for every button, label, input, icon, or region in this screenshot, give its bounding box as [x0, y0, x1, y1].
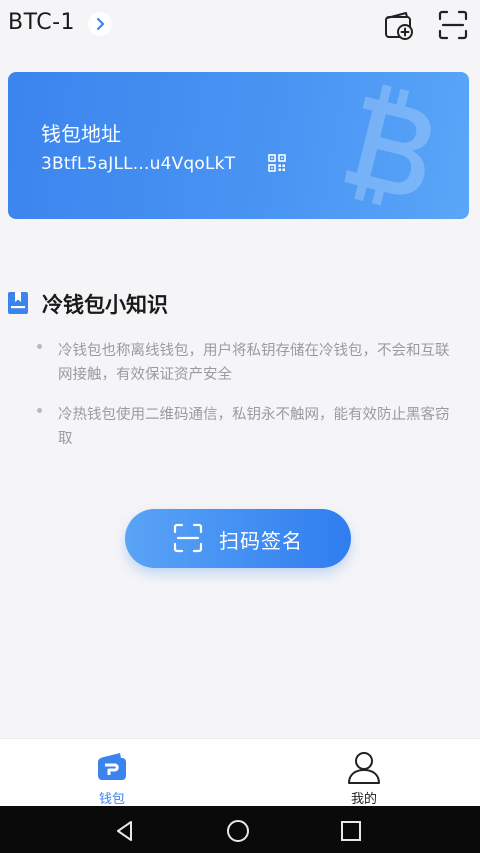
- bitcoin-watermark-icon: [344, 84, 431, 206]
- tip-bullet: [37, 408, 42, 413]
- tip-bullet: [37, 344, 42, 349]
- scan-sign-label: 扫码签名: [219, 529, 303, 553]
- wallet-name[interactable]: BTC-1: [8, 10, 75, 35]
- user-icon: [348, 752, 380, 784]
- chevron-right-icon: [96, 17, 105, 31]
- scan-icon[interactable]: [436, 8, 470, 42]
- top-header: BTC-1: [0, 0, 480, 52]
- scan-frame-icon: [173, 523, 203, 553]
- wallet-address-value[interactable]: 3BtfL5aJLL...u4VqoLkT: [41, 154, 235, 174]
- tab-mine-label: 我的: [350, 792, 377, 807]
- knowledge-tip: 冷钱包也称离线钱包，用户将私钥存储在冷钱包，不会和互联网接触，有效保证资产安全: [58, 343, 450, 383]
- wallet-address-title: 钱包地址: [41, 122, 121, 146]
- scan-sign-button[interactable]: 扫码签名: [125, 509, 351, 568]
- bottom-tab-bar: 钱包 我的: [0, 738, 480, 807]
- wallet-address-card[interactable]: 钱包地址 3BtfL5aJLL...u4VqoLkT: [8, 72, 469, 219]
- tab-wallet[interactable]: 钱包: [52, 739, 172, 807]
- bookmark-note-icon: [8, 292, 28, 314]
- knowledge-tip: 冷热钱包使用二维码通信，私钥永不触网，能有效防止黑客窃取: [58, 407, 450, 447]
- system-navigation-bar: [0, 806, 480, 853]
- qr-code-icon[interactable]: [268, 154, 286, 172]
- recent-apps-icon[interactable]: [338, 818, 364, 844]
- wallet-icon: [98, 753, 126, 780]
- home-icon[interactable]: [225, 818, 251, 844]
- wallet-home-screen: BTC-1 钱包地址 3BtfL5aJLL...u4VqoLkT 冷钱包小知识 …: [0, 0, 480, 853]
- knowledge-title: 冷钱包小知识: [42, 293, 168, 317]
- back-icon[interactable]: [112, 818, 138, 844]
- tab-wallet-label: 钱包: [98, 792, 125, 807]
- tab-mine[interactable]: 我的: [304, 739, 424, 807]
- add-wallet-icon[interactable]: [382, 8, 416, 42]
- wallet-switch-button[interactable]: [88, 12, 112, 36]
